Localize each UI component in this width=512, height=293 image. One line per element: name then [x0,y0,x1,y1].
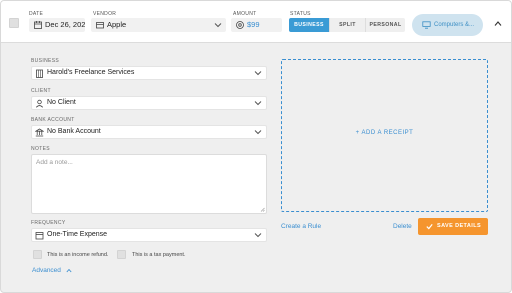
bank-account-value: No Bank Account [47,128,101,135]
vendor-label: VENDOR [93,11,117,17]
status-business-button[interactable]: BUSINESS [289,18,329,32]
status-personal-button[interactable]: PERSONAL [365,18,405,32]
notes-label: NOTES [31,146,50,152]
chevron-down-icon [254,71,262,76]
chevron-up-icon [66,268,72,273]
category-pill[interactable]: Computers &... [412,14,483,36]
price-tag-icon [236,21,244,29]
save-details-button[interactable]: SAVE DETAILS [418,218,488,235]
chevron-down-icon [214,23,222,28]
person-icon [36,99,43,108]
tax-payment-checkbox[interactable] [117,250,126,259]
add-receipt-label: + ADD A RECEIPT [355,130,414,136]
income-refund-checkbox[interactable] [33,250,42,259]
amount-field[interactable]: $99 [231,18,282,32]
calendar-icon [34,21,42,29]
vendor-select[interactable]: Apple [91,18,226,32]
vendor-value: Apple [107,20,127,29]
client-select[interactable]: No Client [31,96,267,110]
date-label: DATE [29,11,44,17]
create-rule-link[interactable]: Create a Rule [281,223,321,230]
client-value: No Client [47,99,76,106]
computer-icon [422,21,431,29]
client-label: CLIENT [31,88,51,94]
category-label: Computers &... [434,22,475,28]
resize-handle-icon[interactable] [260,207,265,212]
bank-account-select[interactable]: No Bank Account [31,125,267,139]
building-icon [36,69,43,78]
expense-detail-panel: DATE Dec 26, 2023 VENDOR Apple AMOUNT [0,0,512,293]
tax-payment-label: This is a tax payment. [132,252,186,258]
save-details-label: SAVE DETAILS [437,223,482,229]
advanced-label: Advanced [32,267,61,274]
receipt-dropzone[interactable]: + ADD A RECEIPT [281,59,488,212]
business-select[interactable]: Harold's Freelance Services [31,66,267,80]
store-icon [96,22,104,29]
amount-value: $99 [247,20,260,29]
chevron-up-icon[interactable] [494,20,502,27]
checkmark-icon [426,224,433,230]
notes-textarea[interactable]: Add a note... [31,154,267,214]
expense-header-row: DATE Dec 26, 2023 VENDOR Apple AMOUNT [1,1,511,43]
chevron-down-icon [254,101,262,106]
income-refund-label: This is an income refund. [47,252,109,258]
amount-label: AMOUNT [233,11,257,17]
status-label: STATUS [290,11,311,17]
frequency-value: One-Time Expense [47,231,108,238]
advanced-toggle[interactable]: Advanced [32,267,72,274]
chevron-down-icon [254,233,262,238]
frequency-select[interactable]: One-Time Expense [31,228,267,242]
chevron-down-icon [254,130,262,135]
status-split-button[interactable]: SPLIT [329,18,365,32]
date-value: Dec 26, 2023 [45,20,85,29]
date-field[interactable]: Dec 26, 2023 [29,18,85,32]
notes-placeholder: Add a note... [36,159,73,166]
delete-link[interactable]: Delete [393,223,412,230]
row-select-checkbox[interactable] [9,18,19,28]
bank-account-label: BANK ACCOUNT [31,117,75,123]
business-value: Harold's Freelance Services [47,69,135,76]
bank-icon [35,128,44,137]
business-label: BUSINESS [31,58,60,64]
frequency-label: FREQUENCY [31,220,66,226]
calendar-icon [35,232,44,240]
